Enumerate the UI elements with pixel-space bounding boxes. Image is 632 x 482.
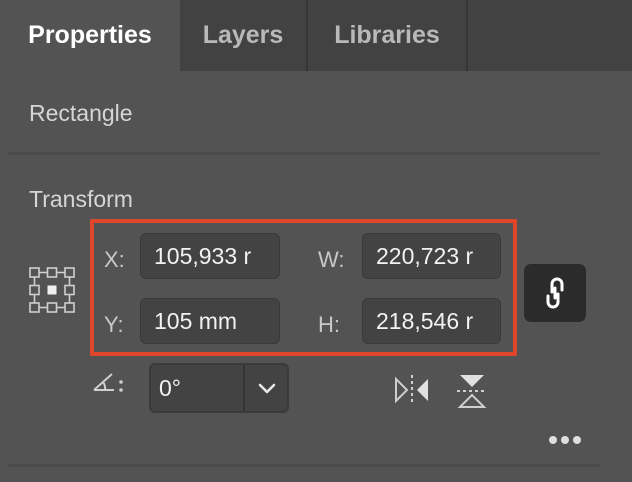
flip-vertical-icon[interactable] (456, 372, 488, 410)
highlight-box (90, 219, 517, 356)
section-divider-bottom (8, 464, 600, 467)
rotate-angle-icon (93, 373, 123, 392)
dropdown-divider (243, 365, 245, 411)
tab-layers[interactable]: Layers (180, 0, 308, 71)
transform-section-title: Transform (29, 186, 133, 212)
tab-properties[interactable]: Properties (0, 0, 180, 71)
panel-tab-bar: Properties Layers Libraries (0, 0, 632, 71)
more-options-icon[interactable] (545, 425, 585, 455)
section-divider (8, 152, 600, 155)
flip-horizontal-icon[interactable] (393, 373, 431, 407)
chevron-down-icon[interactable] (255, 377, 279, 399)
link-icon (546, 277, 564, 309)
tab-libraries[interactable]: Libraries (308, 0, 468, 71)
rotate-angle-value[interactable]: 0° (159, 375, 181, 402)
constrain-proportions-button[interactable] (524, 264, 586, 322)
rotate-angle-dropdown[interactable]: 0° (149, 363, 289, 413)
reference-point-grid-icon[interactable] (28, 266, 76, 314)
object-type-label: Rectangle (29, 100, 133, 126)
